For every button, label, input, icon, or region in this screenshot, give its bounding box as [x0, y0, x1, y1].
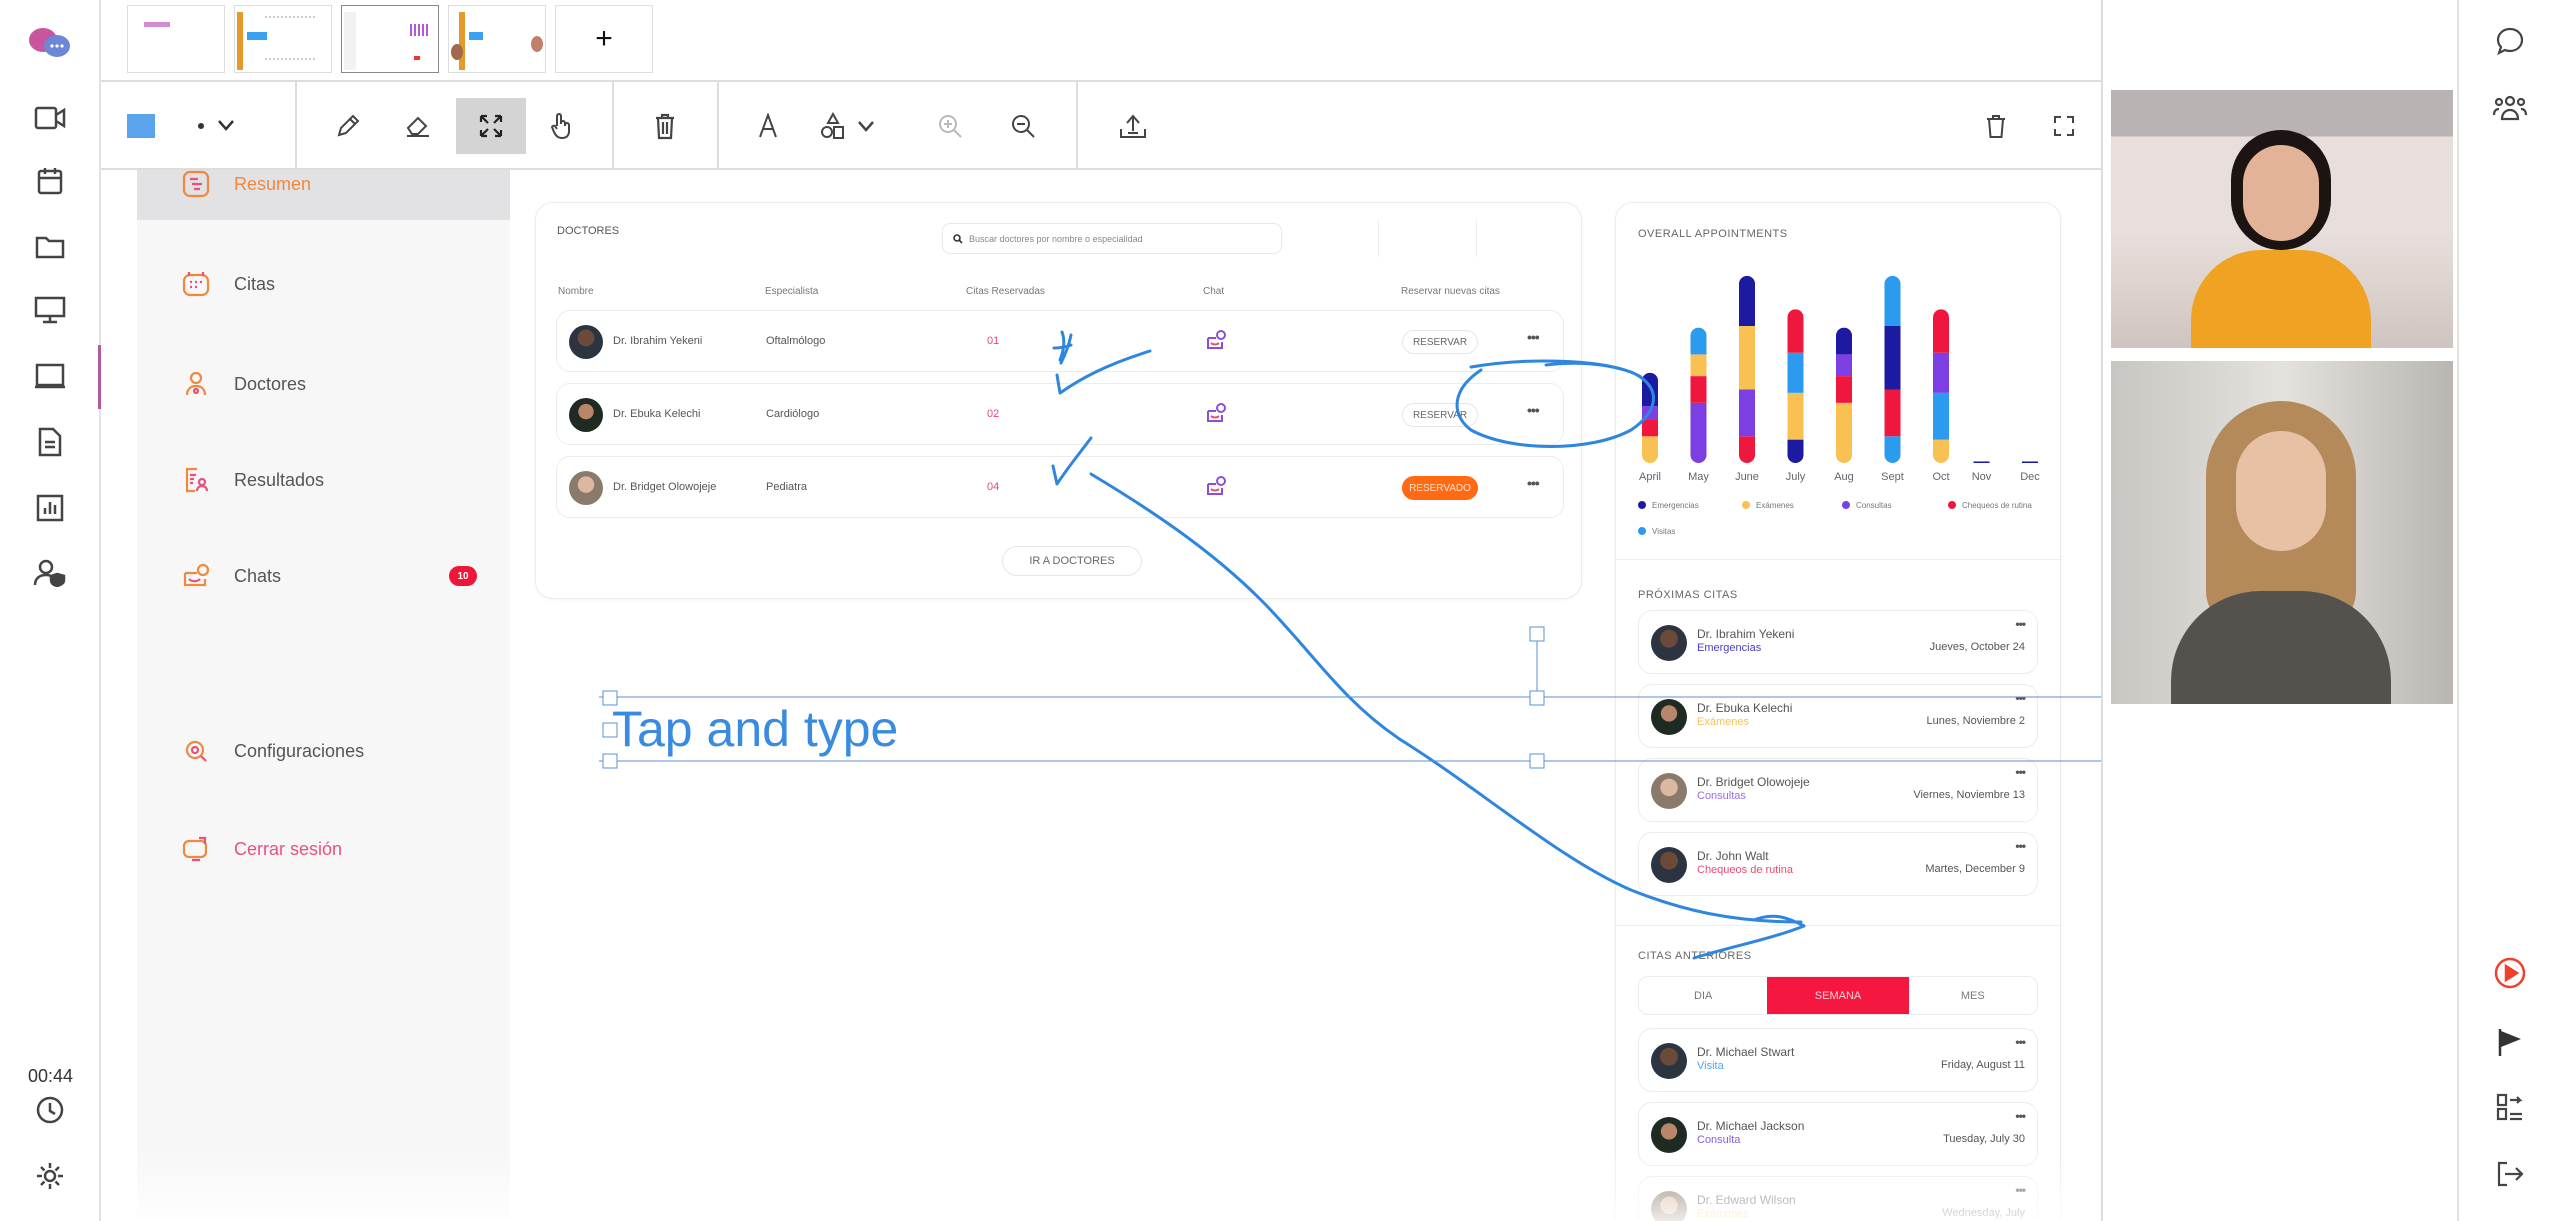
ink-check-mark [1055, 349, 1152, 395]
zoom-out-icon[interactable] [997, 100, 1049, 152]
page-thumbnail[interactable] [127, 5, 225, 73]
zoom-in-icon[interactable] [924, 100, 976, 152]
color-picker-button[interactable] [115, 100, 167, 152]
ink-check-mark [1051, 436, 1093, 486]
ink-circle [1455, 359, 1655, 448]
whiteboard-toolbar [101, 82, 2101, 170]
app-logo-icon [25, 24, 75, 64]
page-thumbnail[interactable] [234, 5, 332, 73]
text-annotation[interactable]: Tap and type [612, 700, 898, 758]
participants-icon[interactable] [2490, 88, 2530, 128]
resize-handle [1529, 753, 1545, 769]
whiteboard-icon[interactable] [30, 357, 70, 397]
page-thumbnail-active[interactable] [341, 5, 439, 73]
participant-video[interactable] [2111, 90, 2453, 348]
right-rail [2457, 0, 2560, 1221]
leave-icon[interactable] [2490, 1154, 2530, 1194]
ink-annotations [599, 330, 2101, 960]
select-move-icon[interactable] [456, 98, 526, 154]
gear-icon[interactable] [30, 1156, 70, 1196]
fullscreen-icon[interactable] [2038, 100, 2090, 152]
add-page-button[interactable]: + [555, 5, 653, 73]
page-thumbnails: + [101, 0, 2101, 82]
document-icon[interactable] [30, 422, 70, 462]
upload-icon[interactable] [1107, 100, 1159, 152]
folder-icon[interactable] [30, 227, 70, 267]
stroke-width-dropdown[interactable] [181, 100, 251, 152]
eraser-icon[interactable] [392, 100, 444, 152]
pencil-icon[interactable] [322, 100, 374, 152]
text-tool-icon[interactable] [742, 100, 794, 152]
poll-chart-icon[interactable] [30, 488, 70, 528]
chat-bubble-icon[interactable] [2490, 21, 2530, 61]
video-panel [2101, 0, 2457, 1221]
participant-video[interactable] [2111, 361, 2453, 704]
resize-handle [1529, 690, 1545, 706]
rotate-handle [1529, 626, 1545, 642]
clear-board-icon[interactable] [1970, 100, 2022, 152]
layout-switch-icon[interactable] [2490, 1087, 2530, 1127]
user-permissions-icon[interactable] [30, 553, 70, 593]
whiteboard-canvas[interactable]: Resumen Citas Doctores Resultados Chats … [101, 170, 2101, 1221]
session-timer: 00:44 [27, 1066, 74, 1086]
color-swatch [127, 114, 155, 138]
ink-arrow [1089, 472, 1806, 960]
clock-icon[interactable] [30, 1090, 70, 1130]
hand-pan-icon[interactable] [535, 100, 587, 152]
calendar-icon[interactable] [30, 161, 70, 201]
shapes-dropdown[interactable] [813, 100, 885, 152]
bottom-fade [101, 1150, 2101, 1221]
flag-icon[interactable] [2490, 1022, 2530, 1062]
page-thumbnail[interactable] [448, 5, 546, 73]
ink-cross-mark [1052, 330, 1073, 365]
screen-share-icon[interactable] [30, 290, 70, 330]
delete-icon[interactable] [639, 100, 691, 152]
app-rail: 00:44 [0, 0, 101, 1221]
record-play-icon[interactable] [2490, 953, 2530, 993]
video-camera-icon[interactable] [30, 98, 70, 138]
